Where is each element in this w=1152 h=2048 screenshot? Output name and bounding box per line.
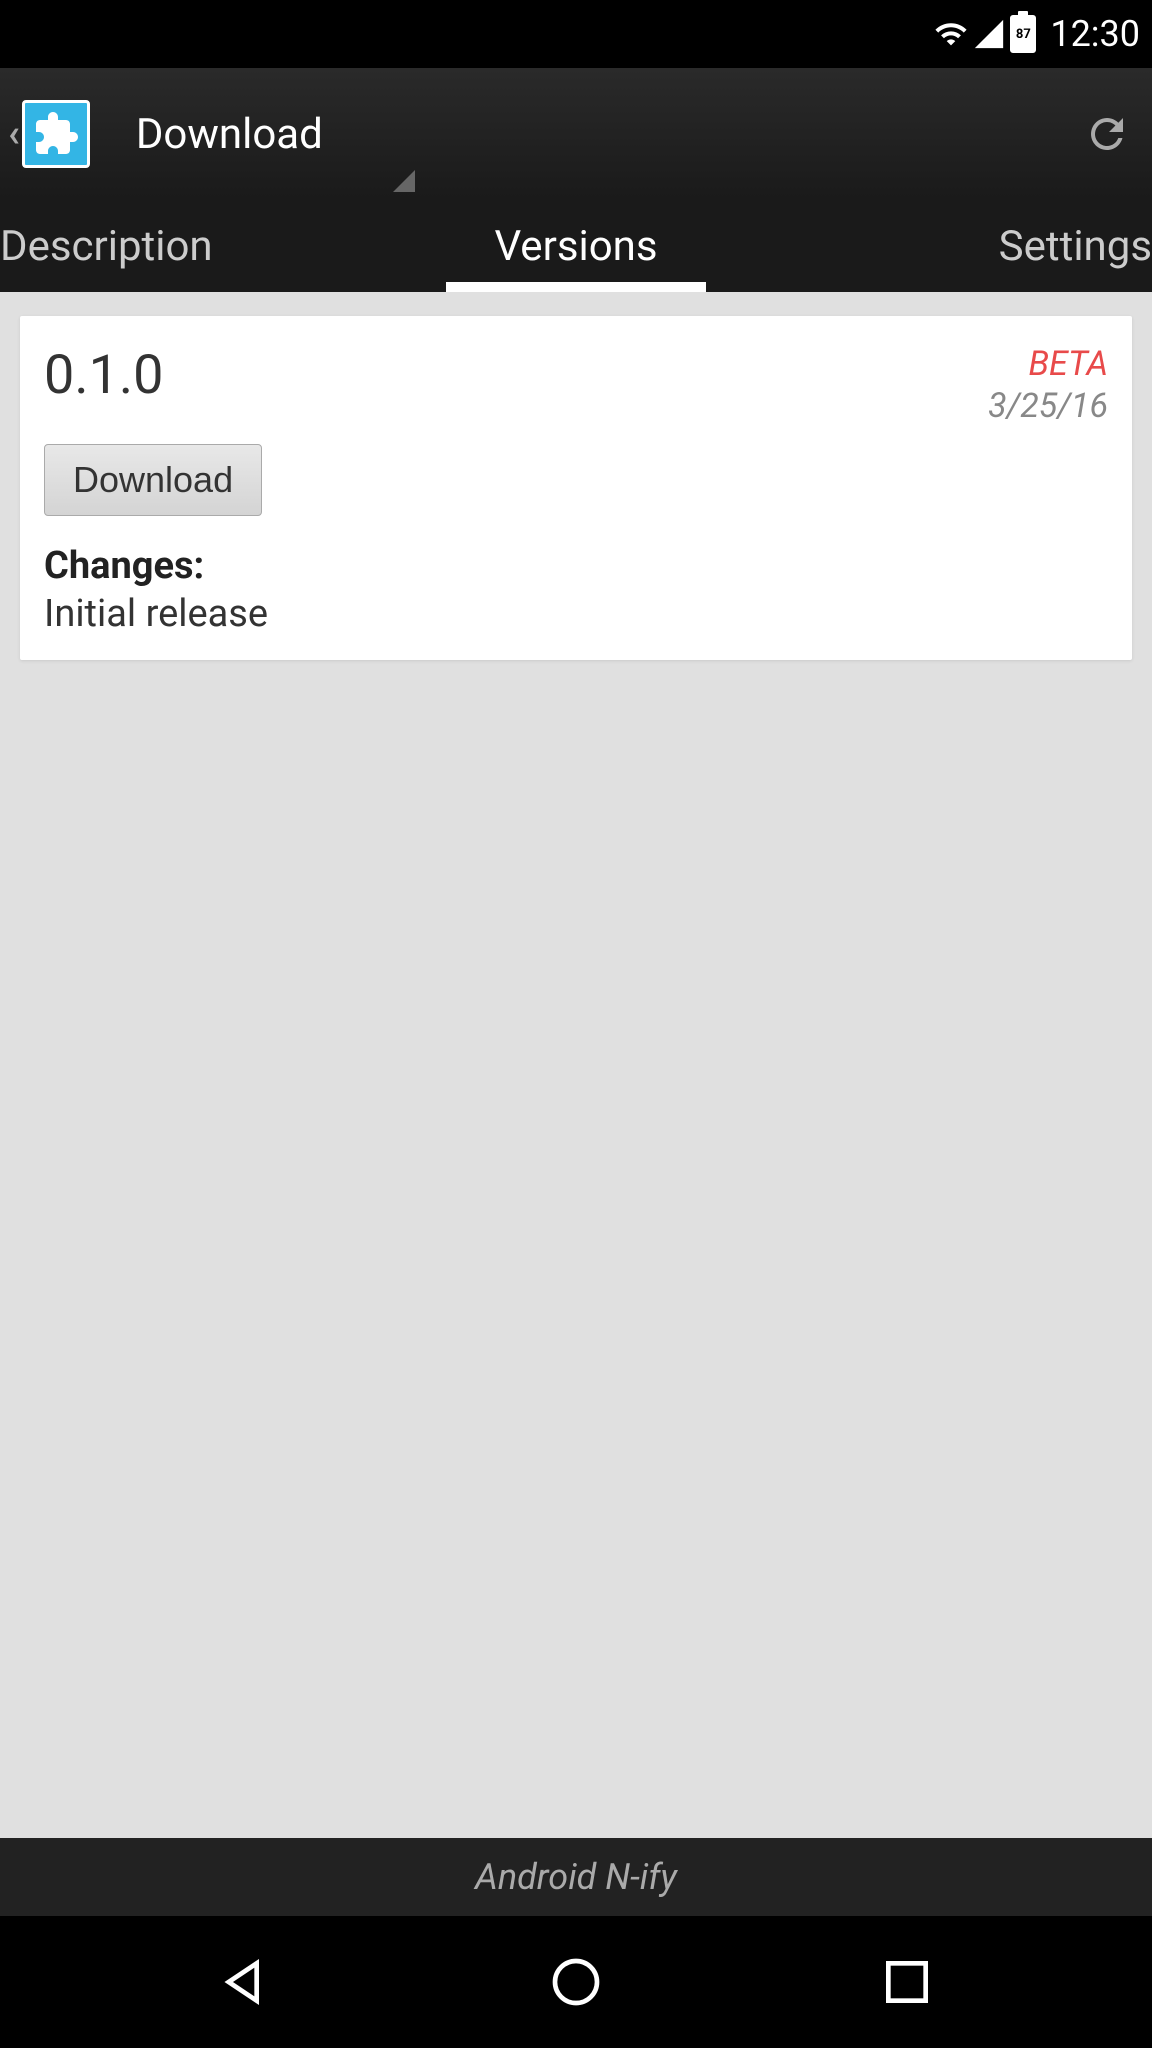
tab-label: Versions xyxy=(494,222,657,271)
tab-description[interactable]: Description xyxy=(0,200,384,292)
status-bar: 87 12:30 xyxy=(0,0,1152,68)
nav-back-button[interactable] xyxy=(210,1947,280,2017)
status-time: 12:30 xyxy=(1050,13,1140,55)
changes-label: Changes: xyxy=(44,544,1108,588)
nav-back-icon xyxy=(217,1954,273,2010)
navigation-bar xyxy=(0,1916,1152,2048)
footer-text: Android N-ify xyxy=(475,1856,677,1898)
refresh-button[interactable] xyxy=(1062,68,1152,200)
app-title: Download xyxy=(136,110,323,159)
wifi-icon xyxy=(934,17,968,51)
app-title-dropdown[interactable]: Download xyxy=(108,68,1062,200)
beta-badge: BETA xyxy=(988,344,1108,384)
battery-icon: 87 xyxy=(1010,15,1036,53)
footer-bar: Android N-ify xyxy=(0,1838,1152,1916)
refresh-icon xyxy=(1083,110,1131,158)
nav-recent-button[interactable] xyxy=(872,1947,942,2017)
nav-recent-icon xyxy=(879,1954,935,2010)
tab-settings[interactable]: Settings xyxy=(768,200,1152,292)
nav-home-icon xyxy=(548,1954,604,2010)
tab-label: Settings xyxy=(999,222,1152,271)
version-card: 0.1.0 BETA 3/25/16 Download Changes: Ini… xyxy=(20,316,1132,660)
tab-versions[interactable]: Versions xyxy=(384,200,768,292)
content-area[interactable]: 0.1.0 BETA 3/25/16 Download Changes: Ini… xyxy=(0,292,1152,1838)
app-icon xyxy=(22,100,90,168)
app-bar: ‹ Download xyxy=(0,68,1152,200)
signal-icon xyxy=(972,17,1006,51)
tab-bar: Description Versions Settings xyxy=(0,200,1152,292)
version-date: 3/25/16 xyxy=(988,386,1108,426)
dropdown-triangle-icon xyxy=(393,170,415,192)
back-button[interactable]: ‹ xyxy=(0,68,108,200)
battery-level: 87 xyxy=(1012,17,1034,51)
back-chevron-icon: ‹ xyxy=(8,112,20,156)
changes-text: Initial release xyxy=(44,592,1108,636)
tab-label: Description xyxy=(0,222,213,271)
version-number: 0.1.0 xyxy=(44,344,164,407)
download-button[interactable]: Download xyxy=(44,444,262,516)
nav-home-button[interactable] xyxy=(541,1947,611,2017)
